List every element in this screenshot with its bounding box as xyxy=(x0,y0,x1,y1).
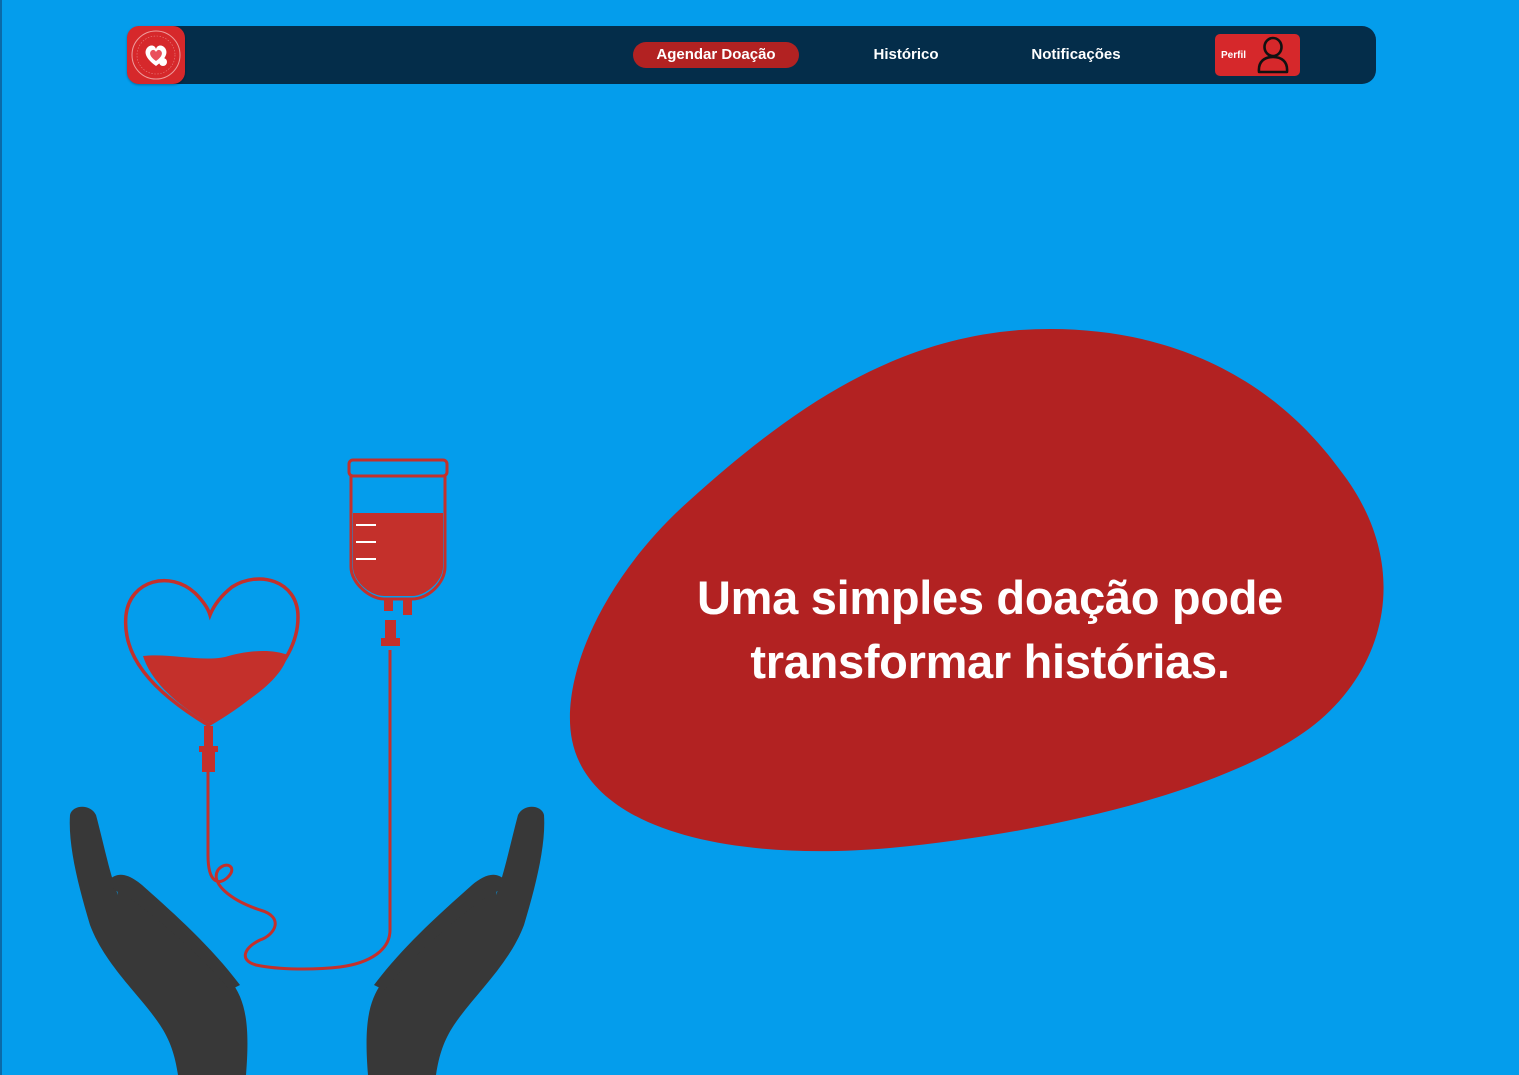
iv-blood-bag-icon xyxy=(347,458,449,646)
nav-notificacoes[interactable]: Notificações xyxy=(1007,42,1145,68)
profile-label: Perfil xyxy=(1221,50,1247,61)
nav-historico[interactable]: Histórico xyxy=(847,42,965,68)
hands-icon xyxy=(69,806,545,1075)
app-logo[interactable] xyxy=(127,26,185,84)
nav-agendar-doacao[interactable]: Agendar Doação xyxy=(633,42,799,68)
hero-headline-line-1: Uma simples doação pode xyxy=(697,571,1283,624)
hero-headline-line-2: transformar histórias. xyxy=(750,635,1230,688)
user-icon xyxy=(1257,36,1289,74)
heart-blood-bag-icon xyxy=(123,577,300,772)
profile-button[interactable]: Perfil xyxy=(1215,34,1300,76)
hero-headline: Uma simples doação pode transformar hist… xyxy=(610,566,1370,694)
blood-donation-illustration xyxy=(69,458,545,1075)
top-navbar: Agendar Doação Histórico Notificações Pe… xyxy=(127,26,1376,84)
heart-badge-icon xyxy=(131,30,181,80)
